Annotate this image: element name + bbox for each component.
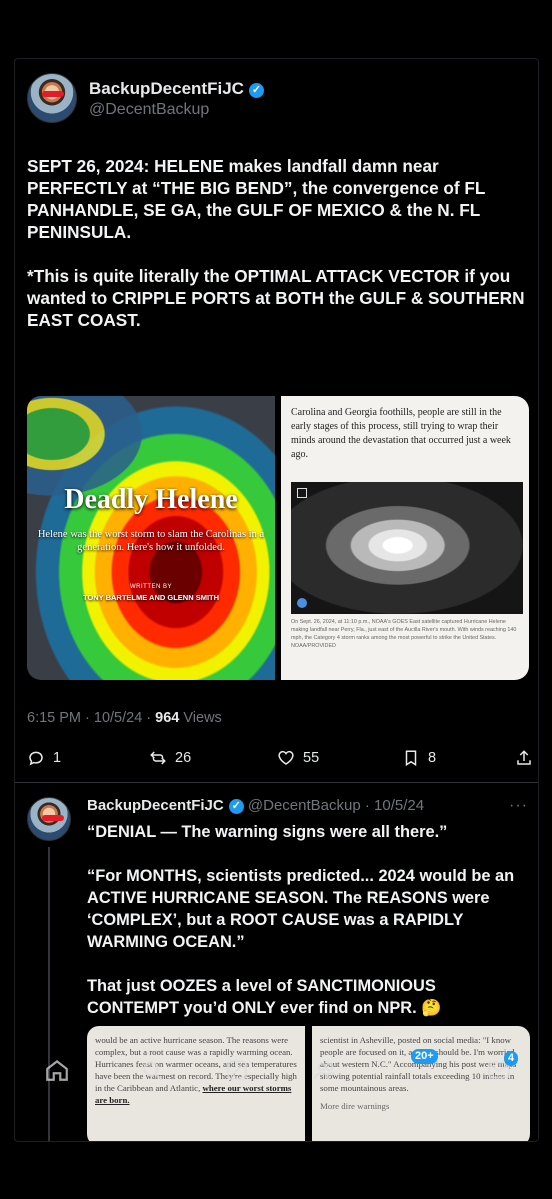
share-button[interactable] xyxy=(515,746,533,770)
verified-badge-icon: ✓ xyxy=(228,799,244,814)
views-count: 964 xyxy=(155,710,180,726)
tweet-main[interactable]: BackupDecentFiJC ✓ @DecentBackup SEPT 26,… xyxy=(15,59,538,779)
messages-badge: 4 xyxy=(504,1051,519,1066)
author-handle[interactable]: @DecentBackup xyxy=(89,101,209,119)
handle-date[interactable]: @DecentBackup · 10/5/24 xyxy=(248,797,424,814)
bottom-navigation: 20+ 4 xyxy=(14,1043,539,1095)
author-name[interactable]: BackupDecentFiJC ✓ xyxy=(89,79,264,99)
reply-header: BackupDecentFiJC ✓ @DecentBackup · 10/5/2… xyxy=(87,797,424,814)
reply-button[interactable]: 1 xyxy=(27,746,61,770)
media-headline: Deadly Helene xyxy=(64,484,238,515)
author-name-text[interactable]: BackupDecentFiJC xyxy=(89,79,244,98)
grok-icon[interactable] xyxy=(224,1057,250,1083)
thread-line xyxy=(48,847,50,1141)
communities-icon[interactable] xyxy=(312,1057,338,1083)
tweet-timestamp[interactable]: 6:15 PM · 10/5/24 · xyxy=(27,710,155,726)
media-image-deadly-helene[interactable]: Deadly Helene Helene was the worst storm… xyxy=(27,396,275,680)
bookmark-button[interactable]: 8 xyxy=(402,746,436,770)
avatar[interactable] xyxy=(27,73,77,123)
tweet-media[interactable]: Deadly Helene Helene was the worst storm… xyxy=(27,396,529,680)
article-more: More dire warnings xyxy=(320,1101,390,1111)
author-name[interactable]: BackupDecentFiJC xyxy=(87,797,224,814)
more-options-icon[interactable]: ··· xyxy=(509,797,528,815)
media-written-by: WRITTEN BY xyxy=(130,584,172,590)
avatar[interactable] xyxy=(27,797,71,841)
tweet-meta: 6:15 PM · 10/5/24 · 964 Views xyxy=(27,710,222,726)
heart-icon xyxy=(278,750,294,765)
media-image-article[interactable]: Carolina and Georgia foothills, people a… xyxy=(281,396,529,680)
verified-badge-icon: ✓ xyxy=(248,83,264,98)
media-subheadline: Helene was the worst storm to slam the C… xyxy=(37,529,265,553)
tweet-divider xyxy=(15,782,538,783)
tweet-text: “DENIAL — The warning signs were all the… xyxy=(87,823,515,1017)
repost-button[interactable]: 26 xyxy=(149,746,191,770)
bookmark-icon xyxy=(405,750,417,767)
reply-icon xyxy=(29,751,43,766)
like-count: 55 xyxy=(303,750,320,766)
views-label: Views xyxy=(179,710,222,726)
tweet-actions: 1 26 55 8 xyxy=(27,746,532,770)
repost-icon xyxy=(150,751,166,765)
tweet-text: SEPT 26, 2024: HELENE makes landfall dam… xyxy=(27,156,525,330)
notifications-badge: 20+ xyxy=(411,1049,438,1064)
home-icon[interactable] xyxy=(44,1057,70,1083)
article-excerpt: Carolina and Georgia foothills, people a… xyxy=(291,407,511,460)
search-icon[interactable] xyxy=(139,1057,165,1083)
reply-count: 1 xyxy=(53,750,62,766)
bookmark-count: 8 xyxy=(428,750,437,766)
repost-count: 26 xyxy=(175,750,192,766)
like-button[interactable]: 55 xyxy=(277,746,319,770)
media-byline: TONY BARTELME AND GLENN SMITH xyxy=(82,593,220,602)
satellite-image xyxy=(291,482,523,614)
share-icon xyxy=(517,750,531,765)
expand-icon xyxy=(297,488,307,498)
image-caption: On Sept. 26, 2024, at 11:10 p.m., NOAA's… xyxy=(291,619,517,649)
timeline-frame: BackupDecentFiJC ✓ @DecentBackup SEPT 26,… xyxy=(14,58,539,1142)
info-icon xyxy=(297,598,307,608)
